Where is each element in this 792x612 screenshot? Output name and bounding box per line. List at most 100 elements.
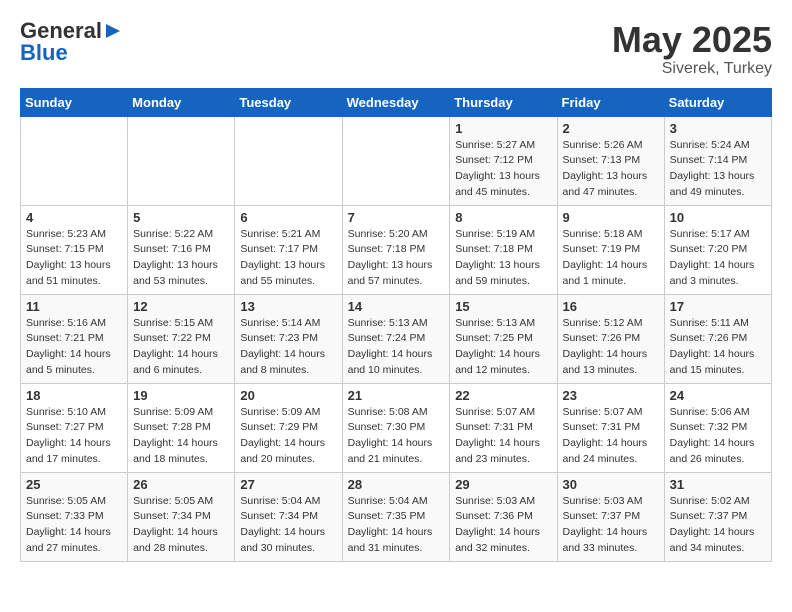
calendar-cell: 17 Sunrise: 5:11 AM Sunset: 7:26 PM Dayli… [664,294,771,383]
calendar-cell: 25Sunrise: 5:05 AM Sunset: 7:33 PM Dayli… [21,472,128,561]
calendar-cell: 15Sunrise: 5:13 AM Sunset: 7:25 PM Dayli… [450,294,557,383]
calendar-cell: 1 Sunrise: 5:27 AM Sunset: 7:12 PM Daylig… [450,116,557,205]
calendar-cell: 12 Sunrise: 5:15 AM Sunset: 7:22 PM Dayli… [128,294,235,383]
day-number: 8 [455,210,551,225]
day-number: 4 [26,210,122,225]
day-info: Sunrise: 5:07 AM Sunset: 7:31 PM Dayligh… [455,405,551,468]
day-number: 5 [133,210,229,225]
location-subtitle: Siverek, Turkey [612,60,772,78]
calendar-cell: 29 Sunrise: 5:03 AM Sunset: 7:36 PM Dayli… [450,472,557,561]
day-info: Sunrise: 5:06 AM Sunset: 7:32 PM Dayligh… [670,405,766,468]
calendar-cell: 3Sunrise: 5:24 AM Sunset: 7:14 PM Daylig… [664,116,771,205]
day-number: 17 [670,299,766,314]
day-number: 21 [348,388,445,403]
day-info: Sunrise: 5:13 AM Sunset: 7:25 PM Dayligh… [455,316,551,379]
day-info: Sunrise: 5:20 AM Sunset: 7:18 PM Dayligh… [348,227,445,290]
calendar-cell [342,116,450,205]
calendar-cell: 2 Sunrise: 5:26 AM Sunset: 7:13 PM Daylig… [557,116,664,205]
calendar-week-row: 11 Sunrise: 5:16 AM Sunset: 7:21 PM Dayli… [21,294,772,383]
day-number: 12 [133,299,229,314]
day-info: Sunrise: 5:27 AM Sunset: 7:12 PM Dayligh… [455,138,551,201]
day-info: Sunrise: 5:05 AM Sunset: 7:34 PM Dayligh… [133,494,229,557]
weekday-header-thursday: Thursday [450,88,557,116]
calendar-cell: 5 Sunrise: 5:22 AM Sunset: 7:16 PM Daylig… [128,205,235,294]
day-number: 14 [348,299,445,314]
logo-general: General [20,20,102,42]
calendar-week-row: 18Sunrise: 5:10 AM Sunset: 7:27 PM Dayli… [21,383,772,472]
weekday-header-sunday: Sunday [21,88,128,116]
day-info: Sunrise: 5:22 AM Sunset: 7:16 PM Dayligh… [133,227,229,290]
title-block: May 2025 Siverek, Turkey [612,20,772,78]
day-info: Sunrise: 5:13 AM Sunset: 7:24 PM Dayligh… [348,316,445,379]
day-info: Sunrise: 5:19 AM Sunset: 7:18 PM Dayligh… [455,227,551,290]
day-info: Sunrise: 5:03 AM Sunset: 7:37 PM Dayligh… [563,494,659,557]
day-number: 11 [26,299,122,314]
calendar-cell: 21 Sunrise: 5:08 AM Sunset: 7:30 PM Dayli… [342,383,450,472]
day-number: 31 [670,477,766,492]
day-number: 6 [240,210,336,225]
day-info: Sunrise: 5:16 AM Sunset: 7:21 PM Dayligh… [26,316,122,379]
calendar-cell: 9 Sunrise: 5:18 AM Sunset: 7:19 PM Daylig… [557,205,664,294]
calendar-cell [128,116,235,205]
calendar-cell: 8 Sunrise: 5:19 AM Sunset: 7:18 PM Daylig… [450,205,557,294]
day-info: Sunrise: 5:14 AM Sunset: 7:23 PM Dayligh… [240,316,336,379]
day-info: Sunrise: 5:12 AM Sunset: 7:26 PM Dayligh… [563,316,659,379]
day-info: Sunrise: 5:11 AM Sunset: 7:26 PM Dayligh… [670,316,766,379]
calendar-header-row: SundayMondayTuesdayWednesdayThursdayFrid… [21,88,772,116]
day-info: Sunrise: 5:21 AM Sunset: 7:17 PM Dayligh… [240,227,336,290]
day-number: 18 [26,388,122,403]
day-number: 30 [563,477,659,492]
day-number: 24 [670,388,766,403]
calendar-cell: 6 Sunrise: 5:21 AM Sunset: 7:17 PM Daylig… [235,205,342,294]
day-info: Sunrise: 5:02 AM Sunset: 7:37 PM Dayligh… [670,494,766,557]
weekday-header-friday: Friday [557,88,664,116]
calendar-cell: 31 Sunrise: 5:02 AM Sunset: 7:37 PM Dayli… [664,472,771,561]
day-info: Sunrise: 5:17 AM Sunset: 7:20 PM Dayligh… [670,227,766,290]
day-number: 22 [455,388,551,403]
logo-blue: Blue [20,42,68,64]
day-number: 13 [240,299,336,314]
day-info: Sunrise: 5:08 AM Sunset: 7:30 PM Dayligh… [348,405,445,468]
day-info: Sunrise: 5:23 AM Sunset: 7:15 PM Dayligh… [26,227,122,290]
day-info: Sunrise: 5:03 AM Sunset: 7:36 PM Dayligh… [455,494,551,557]
day-number: 26 [133,477,229,492]
weekday-header-tuesday: Tuesday [235,88,342,116]
calendar-week-row: 1 Sunrise: 5:27 AM Sunset: 7:12 PM Daylig… [21,116,772,205]
day-number: 3 [670,121,766,136]
logo-flag-icon [104,22,122,40]
calendar-cell: 14 Sunrise: 5:13 AM Sunset: 7:24 PM Dayli… [342,294,450,383]
calendar-cell: 4 Sunrise: 5:23 AM Sunset: 7:15 PM Daylig… [21,205,128,294]
calendar-cell: 11 Sunrise: 5:16 AM Sunset: 7:21 PM Dayli… [21,294,128,383]
calendar-cell [21,116,128,205]
day-number: 2 [563,121,659,136]
calendar-cell: 10 Sunrise: 5:17 AM Sunset: 7:20 PM Dayli… [664,205,771,294]
day-number: 20 [240,388,336,403]
calendar-cell: 13 Sunrise: 5:14 AM Sunset: 7:23 PM Dayli… [235,294,342,383]
logo: General Blue [20,20,122,64]
day-number: 16 [563,299,659,314]
day-number: 7 [348,210,445,225]
calendar-cell: 16 Sunrise: 5:12 AM Sunset: 7:26 PM Dayli… [557,294,664,383]
day-info: Sunrise: 5:15 AM Sunset: 7:22 PM Dayligh… [133,316,229,379]
day-info: Sunrise: 5:18 AM Sunset: 7:19 PM Dayligh… [563,227,659,290]
calendar-cell: 26 Sunrise: 5:05 AM Sunset: 7:34 PM Dayli… [128,472,235,561]
day-number: 1 [455,121,551,136]
day-number: 23 [563,388,659,403]
page-header: General Blue May 2025 Siverek, Turkey [20,20,772,78]
day-info: Sunrise: 5:26 AM Sunset: 7:13 PM Dayligh… [563,138,659,201]
day-info: Sunrise: 5:07 AM Sunset: 7:31 PM Dayligh… [563,405,659,468]
calendar-cell: 24 Sunrise: 5:06 AM Sunset: 7:32 PM Dayli… [664,383,771,472]
calendar-cell: 27Sunrise: 5:04 AM Sunset: 7:34 PM Dayli… [235,472,342,561]
day-number: 10 [670,210,766,225]
calendar-cell: 22 Sunrise: 5:07 AM Sunset: 7:31 PM Dayli… [450,383,557,472]
weekday-header-monday: Monday [128,88,235,116]
calendar-cell [235,116,342,205]
day-info: Sunrise: 5:09 AM Sunset: 7:29 PM Dayligh… [240,405,336,468]
calendar-cell: 30 Sunrise: 5:03 AM Sunset: 7:37 PM Dayli… [557,472,664,561]
day-number: 9 [563,210,659,225]
calendar-cell: 7 Sunrise: 5:20 AM Sunset: 7:18 PM Daylig… [342,205,450,294]
calendar-cell: 20 Sunrise: 5:09 AM Sunset: 7:29 PM Dayli… [235,383,342,472]
day-number: 27 [240,477,336,492]
day-number: 29 [455,477,551,492]
month-year-title: May 2025 [612,20,772,60]
